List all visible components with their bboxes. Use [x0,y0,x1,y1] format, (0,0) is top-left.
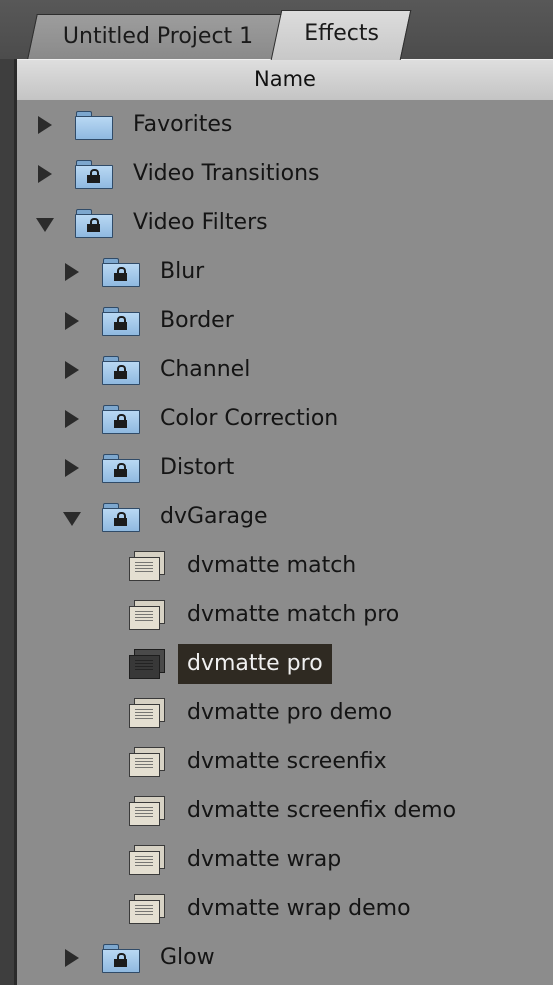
disclosure-down-icon[interactable] [36,218,54,232]
locked-folder-icon [102,405,140,434]
lock-icon [114,316,127,330]
filter-row[interactable]: dvmatte pro demo [17,688,553,737]
row-label: dvmatte screenfix [187,749,387,774]
locked-folder-icon [102,258,140,287]
folder-row[interactable]: Distort [17,443,553,492]
column-header-name[interactable]: Name [17,59,553,101]
filter-row[interactable]: dvmatte screenfix demo [17,786,553,835]
left-gutter [0,59,17,985]
filter-row[interactable]: dvmatte wrap demo [17,884,553,933]
video-filter-icon [129,698,165,728]
locked-folder-icon [102,944,140,973]
filter-row[interactable]: dvmatte wrap [17,835,553,884]
video-filter-icon [129,845,165,875]
tab-label: Effects [303,21,379,46]
locked-folder-icon [102,454,140,483]
folder-row[interactable]: Channel [17,345,553,394]
lock-icon [114,267,127,281]
folder-row[interactable]: Video Filters [17,198,553,247]
tab-effects[interactable]: Effects [270,10,412,60]
effects-list: Favorites Video Transitions Video Filters B… [17,100,553,985]
row-label: dvGarage [160,504,268,529]
disclosure-down-icon[interactable] [63,512,81,526]
selected-row-label: dvmatte pro [178,644,332,684]
lock-icon [114,463,127,477]
row-label: Blur [160,259,205,284]
folder-row[interactable]: Favorites [17,100,553,149]
filter-row[interactable]: dvmatte screenfix [17,737,553,786]
video-filter-icon [129,551,165,581]
lock-icon [114,512,127,526]
filter-row[interactable]: dvmatte match [17,541,553,590]
lock-icon [87,169,100,183]
row-label: Favorites [133,112,233,137]
row-label: dvmatte match [187,553,357,578]
row-label: dvmatte pro demo [187,700,393,725]
row-label: Channel [160,357,251,382]
locked-folder-icon [75,160,113,189]
locked-folder-icon [75,209,113,238]
folder-row[interactable]: dvGarage [17,492,553,541]
folder-row[interactable]: Video Transitions [17,149,553,198]
folder-row[interactable]: Blur [17,247,553,296]
disclosure-right-icon[interactable] [65,312,79,330]
disclosure-right-icon[interactable] [38,165,52,183]
folder-row[interactable]: Color Correction [17,394,553,443]
disclosure-right-icon[interactable] [65,459,79,477]
locked-folder-icon [102,356,140,385]
row-label: Distort [160,455,235,480]
row-label: dvmatte screenfix demo [187,798,457,823]
filter-row[interactable]: dvmatte pro [17,639,553,688]
video-filter-icon [129,894,165,924]
row-label: dvmatte wrap [187,847,342,872]
folder-icon [75,111,113,140]
row-label: Video Transitions [133,161,320,186]
video-filter-icon [129,747,165,777]
row-label: Border [160,308,234,333]
tab-bar: Untitled Project 1 Effects [0,0,553,60]
lock-icon [114,953,127,967]
disclosure-right-icon[interactable] [38,116,52,134]
row-label: dvmatte match pro [187,602,400,627]
locked-folder-icon [102,307,140,336]
lock-icon [114,414,127,428]
locked-folder-icon [102,503,140,532]
lock-icon [114,365,127,379]
row-label: Glow [160,945,215,970]
effects-browser-window: Untitled Project 1 Effects Name Favorite… [0,0,553,985]
video-filter-icon [129,796,165,826]
disclosure-right-icon[interactable] [65,361,79,379]
tab-label: Untitled Project 1 [62,24,254,49]
disclosure-right-icon[interactable] [65,410,79,428]
row-label: Video Filters [133,210,268,235]
video-filter-icon [129,600,165,630]
filter-row[interactable]: dvmatte match pro [17,590,553,639]
row-label: dvmatte wrap demo [187,896,411,921]
row-label: Color Correction [160,406,339,431]
folder-row[interactable]: Glow [17,933,553,982]
lock-icon [87,218,100,232]
disclosure-right-icon[interactable] [65,263,79,281]
tab-untitled-project[interactable]: Untitled Project 1 [27,14,289,59]
video-filter-icon [129,649,165,679]
disclosure-right-icon[interactable] [65,949,79,967]
folder-row[interactable]: Border [17,296,553,345]
